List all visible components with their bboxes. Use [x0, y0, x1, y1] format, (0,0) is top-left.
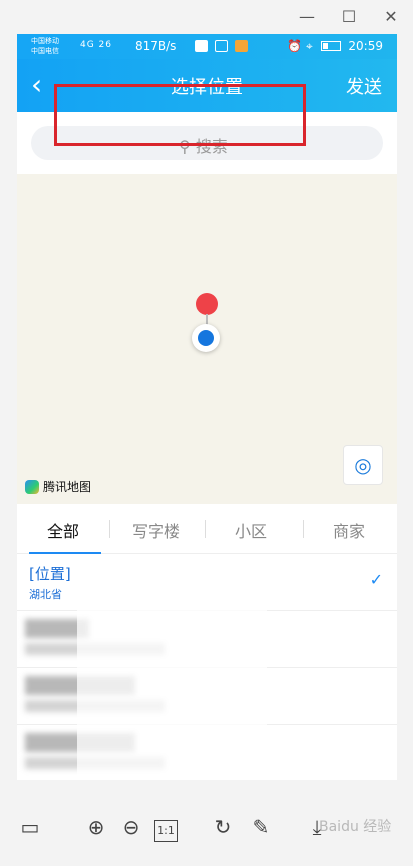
hourglass-icon — [215, 40, 229, 52]
minimize-icon[interactable]: — — [296, 6, 318, 28]
send-button[interactable]: 发送 — [346, 73, 382, 99]
carrier-2: 中国电信 — [31, 47, 59, 55]
notification-icons — [195, 40, 252, 55]
map-view[interactable]: ◎ 腾讯地图 — [17, 174, 397, 504]
current-location-icon — [192, 324, 220, 352]
tencent-map-logo: 腾讯地图 — [25, 478, 91, 495]
signal-icon: 4G 26 — [80, 40, 113, 50]
tencent-map-icon — [25, 480, 39, 494]
tab-divider — [303, 520, 304, 538]
carrier-info: 中国移动 中国电信 — [31, 36, 59, 56]
carrier-1: 中国移动 — [31, 37, 59, 45]
map-pin-icon — [196, 293, 218, 315]
highlight-box — [54, 84, 306, 146]
image-viewer-window: — ☐ ✕ 中国移动 中国电信 4G 26 817B/s ⏰ ⌖ 20:59 ‹… — [0, 0, 413, 866]
tab-divider — [109, 520, 110, 538]
right-status: ⏰ ⌖ 20:59 — [287, 39, 383, 54]
redaction-overlay — [77, 574, 267, 780]
taobao-app-icon — [235, 40, 249, 52]
rotate-icon[interactable]: ↻ — [210, 814, 236, 840]
status-bar: 中国移动 中国电信 4G 26 817B/s ⏰ ⌖ 20:59 — [17, 34, 397, 59]
tab-business[interactable]: 商家 — [333, 518, 365, 542]
edit-icon[interactable]: ✎ — [248, 814, 274, 840]
tab-all[interactable]: 全部 — [47, 518, 79, 542]
shield-app-icon — [195, 40, 208, 52]
close-icon[interactable]: ✕ — [380, 6, 402, 28]
zoom-out-icon[interactable]: ⊖ — [118, 814, 144, 840]
tab-divider — [205, 520, 206, 538]
location-address: 湖北省 — [29, 588, 62, 601]
location-list: [位置] 湖北省 ✓ — [17, 554, 397, 780]
battery-icon — [320, 41, 341, 51]
location-icon: ⌖ — [305, 39, 313, 53]
viewer-toolbar: ▭ ⊕ ⊖ 1:1 ↻ ✎ ⤓ Baidu 经验 — [0, 780, 413, 866]
tab-residential[interactable]: 小区 — [235, 518, 267, 542]
tab-office[interactable]: 写字楼 — [132, 518, 180, 542]
zoom-in-icon[interactable]: ⊕ — [83, 814, 109, 840]
thumbnail-icon[interactable]: ▭ — [17, 814, 43, 840]
locate-button[interactable]: ◎ — [343, 445, 383, 485]
location-title: [位置] — [29, 565, 71, 583]
network-speed: 817B/s — [135, 39, 177, 53]
selected-check-icon: ✓ — [369, 570, 383, 589]
actual-size-label: 1:1 — [154, 820, 178, 842]
window-titlebar: — ☐ ✕ — [0, 0, 413, 34]
tencent-map-text: 腾讯地图 — [43, 480, 92, 494]
category-tabs: 全部 写字楼 小区 商家 — [17, 504, 397, 554]
watermark: Baidu 经验 — [319, 819, 392, 835]
maximize-icon[interactable]: ☐ — [338, 6, 360, 28]
alarm-icon: ⏰ — [287, 39, 303, 53]
clock: 20:59 — [348, 39, 383, 53]
actual-size-button[interactable]: 1:1 — [153, 814, 179, 842]
